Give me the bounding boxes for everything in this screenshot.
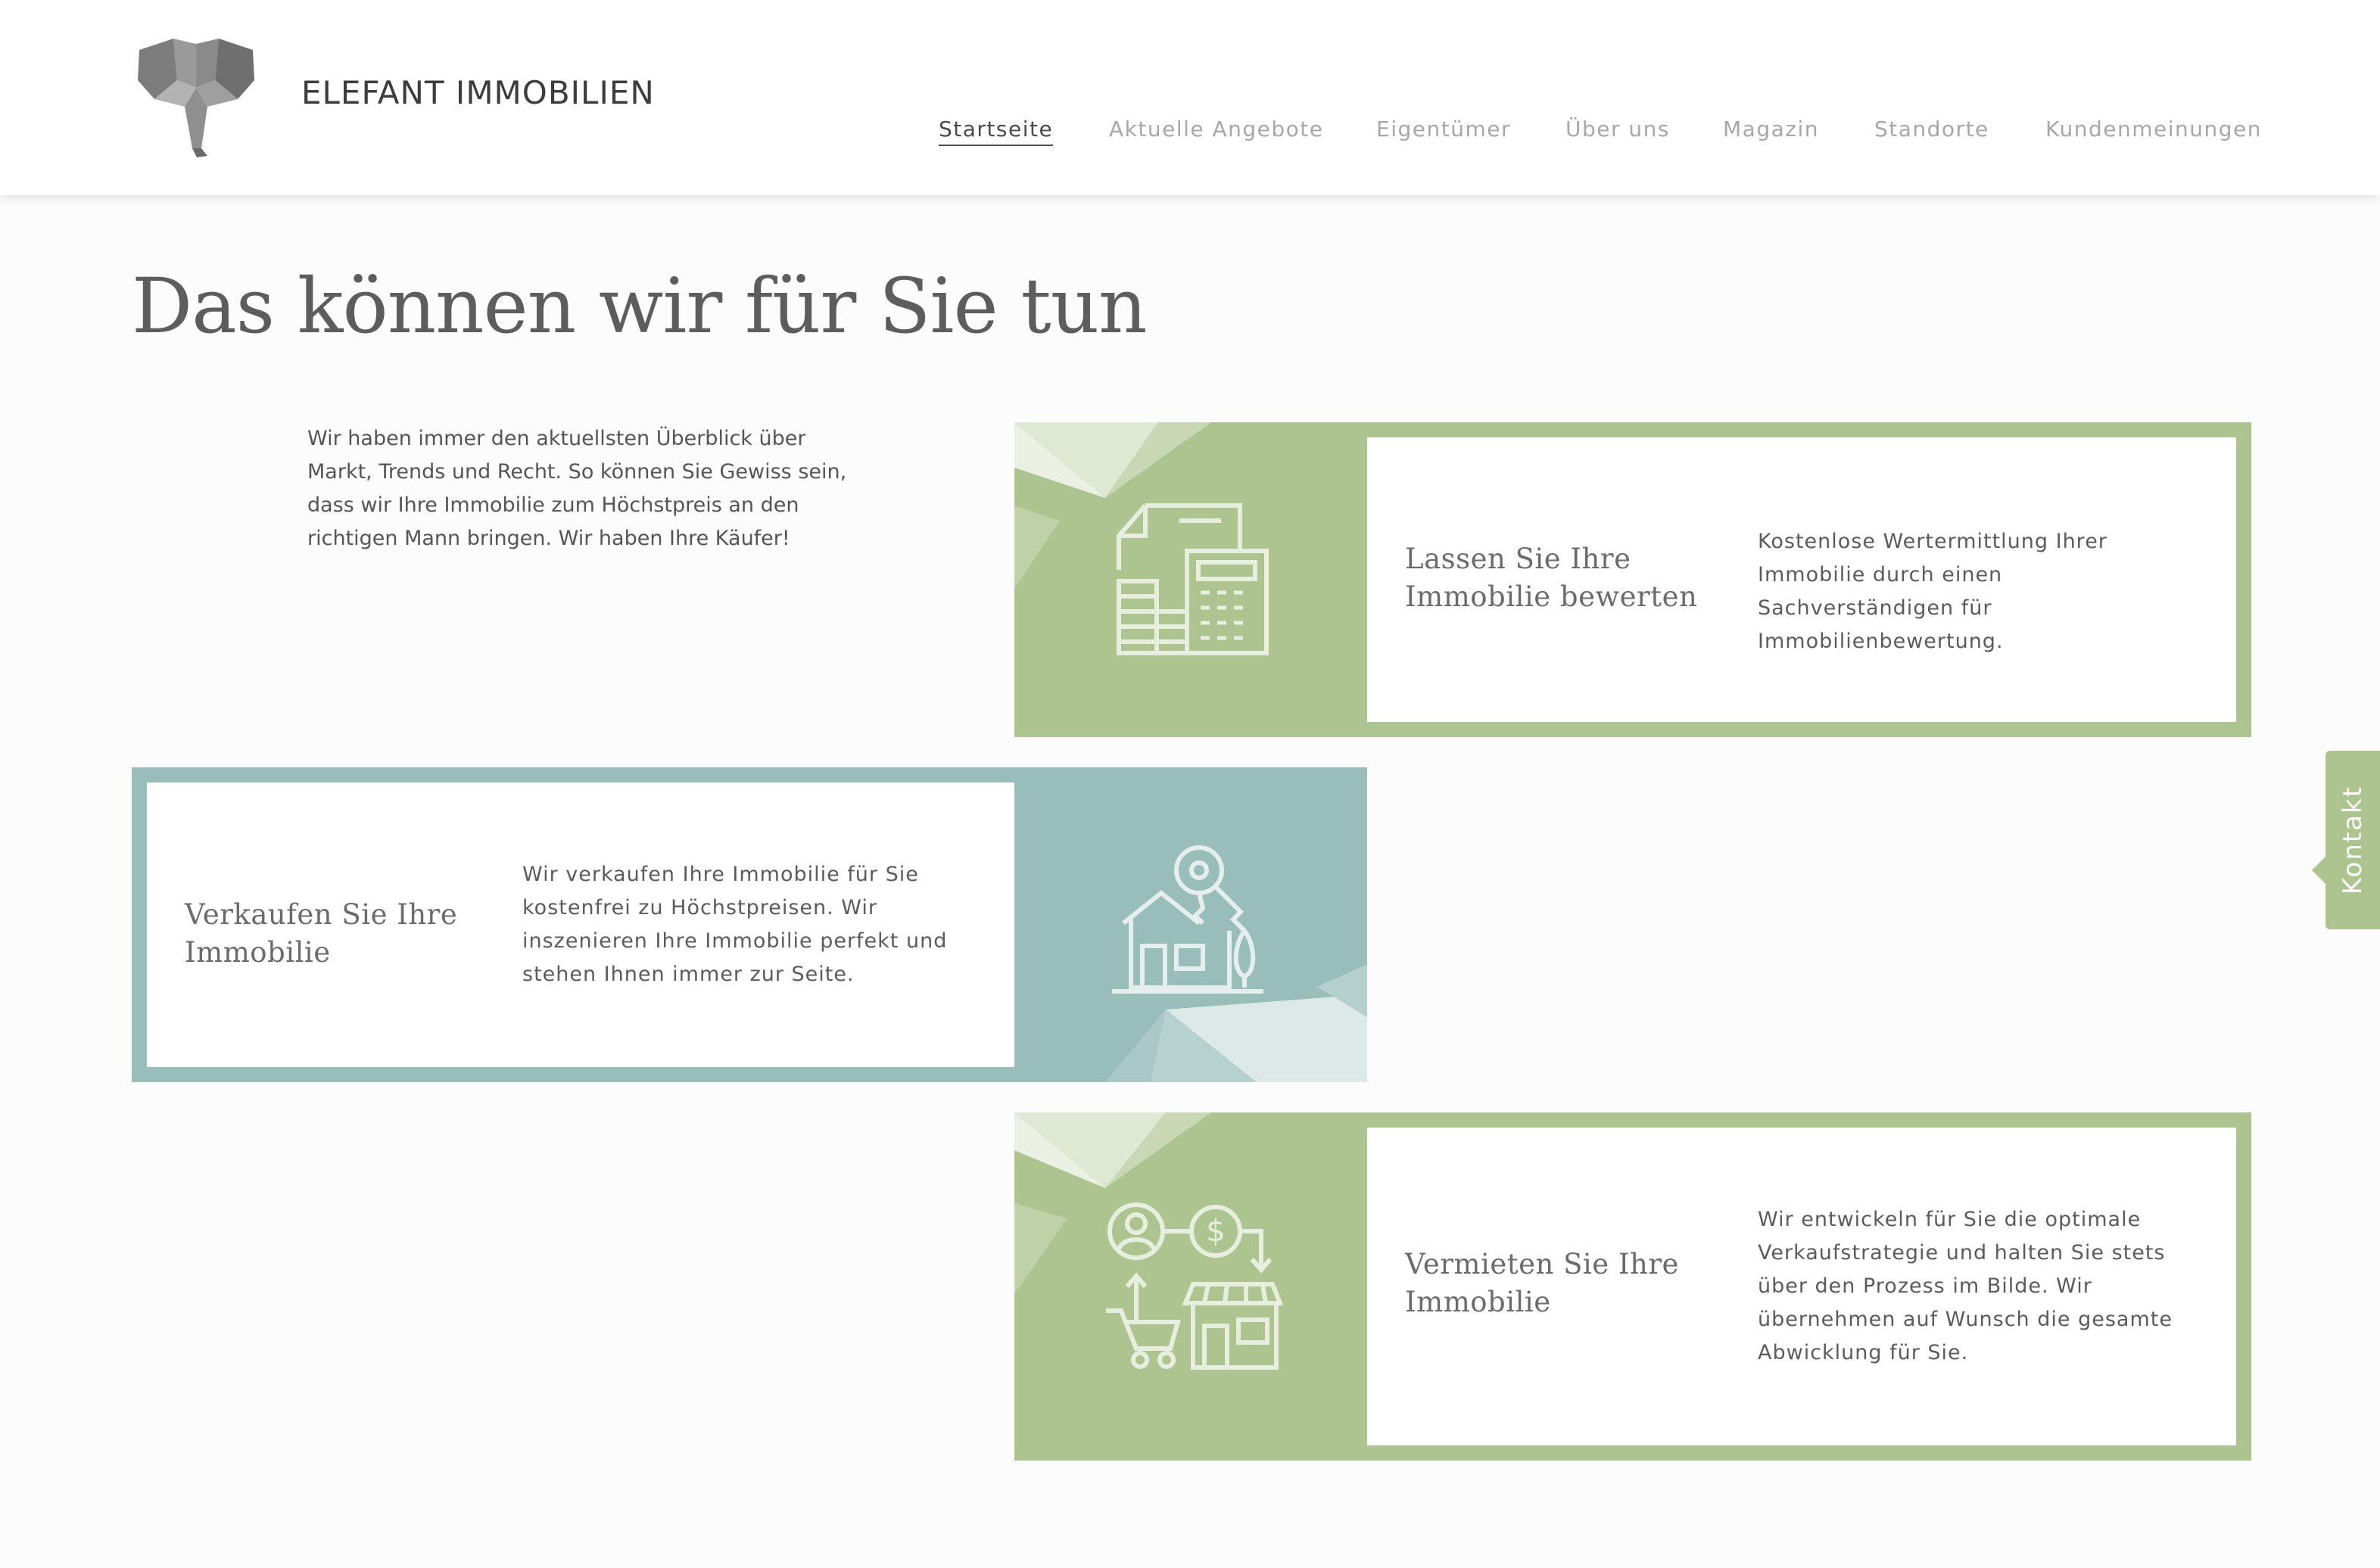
intro-text: Wir haben immer den aktuellsten Überblic…: [307, 427, 847, 550]
service-card-content: Lassen Sie Ihre Immobilie bewerten Koste…: [1367, 437, 2236, 722]
nav-item-ueber-uns[interactable]: Über uns: [1565, 117, 1670, 142]
nav-item-standorte[interactable]: Standorte: [1874, 117, 1989, 142]
service-description: Wir entwickeln für Sie die optimale Verk…: [1758, 1208, 2173, 1364]
svg-text:$: $: [1206, 1214, 1225, 1249]
house-key-icon: [1112, 845, 1263, 994]
nav-item-aktuelle-angebote[interactable]: Aktuelle Angebote: [1109, 117, 1324, 142]
service-title: Lassen Sie Ihre Immobilie bewerten: [1405, 543, 1698, 613]
service-card-bewerten[interactable]: Lassen Sie Ihre Immobilie bewerten Koste…: [1014, 422, 2251, 737]
service-description: Wir verkaufen Ihre Immobilie für Sie kos…: [522, 863, 948, 986]
icon-panel: [1014, 422, 1367, 737]
brand-name[interactable]: ELEFANT IMMOBILIEN: [301, 74, 655, 111]
contact-tab[interactable]: Kontakt: [2312, 751, 2380, 929]
service-card-content: Vermieten Sie Ihre Immobilie Wir entwick…: [1367, 1128, 2236, 1445]
rental-exchange-icon: $: [1106, 1202, 1284, 1370]
icon-panel: $: [1014, 1112, 1367, 1461]
contact-tab-label: Kontakt: [2338, 785, 2368, 895]
documents-calculator-icon: [1117, 503, 1269, 655]
service-card-verkaufen[interactable]: Verkaufen Sie Ihre Immobilie Wir verkauf…: [132, 767, 1367, 1082]
page-title: Das können wir für Sie tun: [132, 262, 1148, 350]
icon-panel: [1014, 767, 1367, 1082]
nav-item-magazin[interactable]: Magazin: [1723, 117, 1819, 142]
elephant-logo-icon[interactable]: [132, 35, 260, 159]
nav-item-startseite[interactable]: Startseite: [939, 117, 1054, 146]
nav-item-eigentuemer[interactable]: Eigentümer: [1376, 117, 1511, 142]
service-description: Kostenlose Wertermittlung Ihrer Immobili…: [1758, 530, 2107, 653]
service-title: Verkaufen Sie Ihre Immobilie: [185, 898, 458, 969]
contact-tab-arrow: [2312, 857, 2325, 884]
service-card-vermieten[interactable]: $ Vermieten Sie Ihre Immobilie Wir entwi…: [1014, 1112, 2251, 1461]
site-header: ELEFANT IMMOBILIEN Startseite Aktuelle A…: [0, 0, 2380, 195]
nav-item-kundenmeinungen[interactable]: Kundenmeinungen: [2045, 117, 2262, 142]
service-title: Vermieten Sie Ihre Immobilie: [1405, 1248, 1679, 1318]
service-card-content: Verkaufen Sie Ihre Immobilie Wir verkauf…: [147, 782, 1014, 1067]
